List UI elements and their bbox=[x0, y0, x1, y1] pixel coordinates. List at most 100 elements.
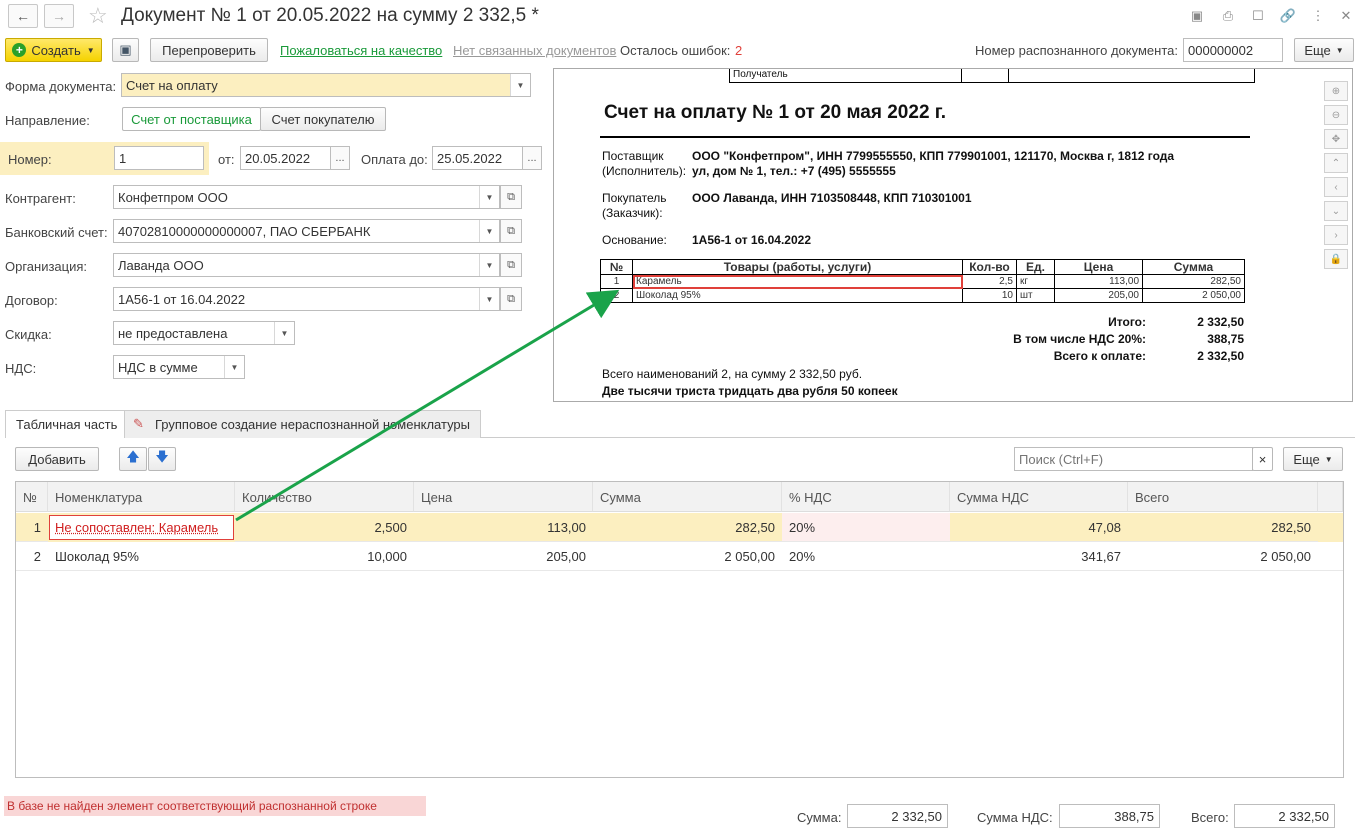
cell-vat-sum[interactable]: 47,08 bbox=[950, 513, 1128, 542]
chevron-down-icon[interactable]: ▼ bbox=[479, 186, 499, 208]
col-header-total[interactable]: Всего bbox=[1128, 482, 1318, 512]
chevron-down-icon[interactable]: ▼ bbox=[479, 254, 499, 276]
cell-price[interactable]: 113,00 bbox=[414, 513, 593, 542]
recheck-button[interactable]: Перепроверить bbox=[150, 38, 268, 62]
favorite-star-icon[interactable]: ☆ bbox=[88, 3, 108, 29]
search-input[interactable] bbox=[1014, 447, 1253, 471]
recognized-number-field[interactable]: 000000002 bbox=[1183, 38, 1283, 62]
counterparty-value: Конфетпром ООО bbox=[118, 190, 228, 205]
preview-td: 205,00 bbox=[1054, 288, 1143, 303]
cell-quantity[interactable]: 2,500 bbox=[235, 513, 414, 542]
contract-open-button[interactable]: ⧉ bbox=[500, 287, 522, 311]
move-up-button[interactable]: 🡅 bbox=[119, 447, 147, 471]
zoom-out-icon[interactable]: ⊖ bbox=[1324, 105, 1348, 125]
col-header-price[interactable]: Цена bbox=[414, 482, 593, 512]
preview-table-header: № Товары (работы, услуги) Кол-во Ед. Цен… bbox=[600, 259, 1245, 275]
cell-vat-rate[interactable]: 20% bbox=[782, 542, 950, 571]
col-header-vat-rate[interactable]: % НДС bbox=[782, 482, 950, 512]
preview-table-row: 2 Шоколад 95% 10 шт 205,00 2 050,00 bbox=[600, 288, 1245, 303]
items-grid[interactable]: № Номенклатура Количество Цена Сумма % Н… bbox=[15, 481, 1344, 778]
col-header-quantity[interactable]: Количество bbox=[235, 482, 414, 512]
chevron-down-icon[interactable]: ▼ bbox=[510, 74, 530, 96]
complain-link[interactable]: Пожаловаться на качество bbox=[280, 43, 442, 58]
document-preview[interactable]: Получатель Счет на оплату № 1 от 20 мая … bbox=[553, 68, 1353, 402]
direction-buyer-button[interactable]: Счет покупателю bbox=[260, 107, 386, 131]
cell-price[interactable]: 205,00 bbox=[414, 542, 593, 571]
related-docs-link[interactable]: Нет связанных документов bbox=[453, 43, 616, 58]
counterparty-select[interactable]: Конфетпром ООО ▼ bbox=[113, 185, 500, 209]
discount-select[interactable]: не предоставлена ▼ bbox=[113, 321, 295, 345]
more-button[interactable]: Еще ▼ bbox=[1294, 38, 1354, 62]
doc-form-select[interactable]: Счет на оплату ▼ bbox=[121, 73, 531, 97]
cell-num: 1 bbox=[16, 513, 48, 542]
move-icon[interactable]: ✥ bbox=[1324, 129, 1348, 149]
organization-value: Лаванда ООО bbox=[118, 258, 204, 273]
date-from-field[interactable]: 20.05.2022 bbox=[240, 146, 331, 170]
organization-open-button[interactable]: ⧉ bbox=[500, 253, 522, 277]
chevron-down-icon[interactable]: ▼ bbox=[274, 322, 294, 344]
direction-supplier-button[interactable]: Счет от поставщика bbox=[122, 107, 261, 131]
cell-quantity[interactable]: 10,000 bbox=[235, 542, 414, 571]
chevron-down-icon[interactable]: ▼ bbox=[224, 356, 244, 378]
forward-button[interactable]: → bbox=[44, 4, 74, 28]
back-button[interactable]: ← bbox=[8, 4, 38, 28]
move-down-button[interactable]: 🡇 bbox=[148, 447, 176, 471]
cell-sum[interactable]: 282,50 bbox=[593, 513, 782, 542]
col-header-num[interactable]: № bbox=[16, 482, 48, 512]
total-label: Итого: bbox=[1108, 315, 1146, 329]
col-header-nomenclature[interactable]: Номенклатура bbox=[48, 482, 235, 512]
preview-td: 1 bbox=[600, 274, 633, 289]
chevron-down-icon[interactable]: ⌄ bbox=[1324, 201, 1348, 221]
vat-total-value: 388,75 bbox=[1207, 332, 1244, 346]
close-icon[interactable]: ✕ bbox=[1337, 7, 1355, 25]
zoom-in-icon[interactable]: ⊕ bbox=[1324, 81, 1348, 101]
tab-group-create[interactable]: ✎ Групповое создание нераспознанной номе… bbox=[124, 410, 482, 438]
organization-select[interactable]: Лаванда ООО ▼ bbox=[113, 253, 500, 277]
preview-th: № bbox=[600, 259, 633, 275]
preview-td: кг bbox=[1016, 274, 1055, 289]
preview-th: Товары (работы, услуги) bbox=[632, 259, 963, 275]
tab-table-part[interactable]: Табличная часть bbox=[5, 410, 129, 438]
save-icon[interactable]: ▣ bbox=[1188, 7, 1206, 25]
date-from-picker-button[interactable]: ... bbox=[330, 146, 350, 170]
col-header-sum[interactable]: Сумма bbox=[593, 482, 782, 512]
add-row-button[interactable]: Добавить bbox=[15, 447, 99, 471]
error-message: В базе не найден элемент соответствующий… bbox=[4, 796, 426, 816]
save-button[interactable]: ▣ bbox=[112, 38, 139, 62]
table-more-button[interactable]: Еще ▼ bbox=[1283, 447, 1343, 471]
contract-select[interactable]: 1А56-1 от 16.04.2022 ▼ bbox=[113, 287, 500, 311]
chevron-left-icon[interactable]: ‹ bbox=[1324, 177, 1348, 197]
cell-total[interactable]: 2 050,00 bbox=[1128, 542, 1318, 571]
chevron-up-icon[interactable]: ⌃ bbox=[1324, 153, 1348, 173]
chevron-down-icon[interactable]: ▼ bbox=[479, 220, 499, 242]
cell-nomenclature[interactable]: Шоколад 95% bbox=[48, 542, 235, 571]
counterparty-open-button[interactable]: ⧉ bbox=[500, 185, 522, 209]
create-button[interactable]: + Создать ▼ bbox=[5, 38, 102, 62]
plus-icon: + bbox=[12, 43, 27, 57]
bank-account-select[interactable]: 40702810000000000007, ПАО СБЕРБАНК ▼ bbox=[113, 219, 500, 243]
cell-vat-rate[interactable]: 20% bbox=[782, 513, 950, 542]
arrow-up-icon: 🡅 bbox=[126, 449, 140, 464]
vat-select[interactable]: НДС в сумме ▼ bbox=[113, 355, 245, 379]
more-vertical-icon[interactable]: ⋮ bbox=[1309, 7, 1327, 25]
bank-account-open-button[interactable]: ⧉ bbox=[500, 219, 522, 243]
clear-search-button[interactable]: × bbox=[1252, 447, 1273, 471]
print-icon[interactable]: ⎙ bbox=[1219, 7, 1237, 25]
cell-total[interactable]: 282,50 bbox=[1128, 513, 1318, 542]
lock-icon[interactable]: 🔒 bbox=[1324, 249, 1348, 269]
chevron-right-icon[interactable]: › bbox=[1324, 225, 1348, 245]
preview-td: шт bbox=[1016, 288, 1055, 303]
cell-vat-sum[interactable]: 341,67 bbox=[950, 542, 1128, 571]
pay-until-field[interactable]: 25.05.2022 bbox=[432, 146, 523, 170]
preview-td: 2 bbox=[600, 288, 633, 303]
preview-icon[interactable]: ☐ bbox=[1249, 7, 1267, 25]
number-field[interactable]: 1 bbox=[114, 146, 204, 170]
supplier-label-1: Поставщик bbox=[602, 149, 664, 163]
cell-sum[interactable]: 2 050,00 bbox=[593, 542, 782, 571]
preview-rule bbox=[600, 136, 1250, 138]
pay-until-picker-button[interactable]: ... bbox=[522, 146, 542, 170]
link-icon[interactable]: 🔗 bbox=[1279, 7, 1297, 25]
cell-nomenclature-unmatched[interactable]: Не сопоставлен: Карамель bbox=[49, 515, 234, 540]
col-header-vat-sum[interactable]: Сумма НДС bbox=[950, 482, 1128, 512]
chevron-down-icon[interactable]: ▼ bbox=[479, 288, 499, 310]
